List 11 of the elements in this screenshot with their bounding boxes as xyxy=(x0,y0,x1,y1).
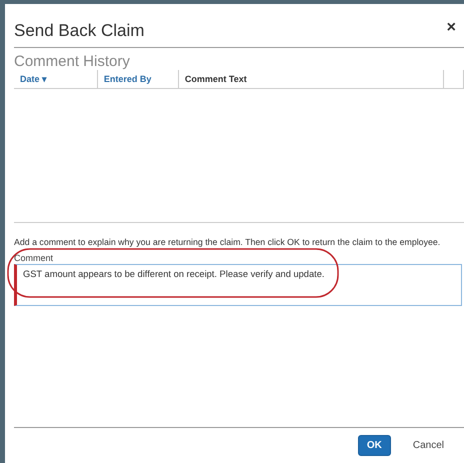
column-header[interactable]: Entered By xyxy=(104,74,152,84)
section-heading: Comment History xyxy=(14,53,131,70)
column-header: Comment Text xyxy=(184,74,247,84)
instruction-text: Add a comment to explain why you are returning the claim. Then click OK to return the claim to the employee. xyxy=(14,237,442,247)
close-button[interactable]: × xyxy=(446,18,456,36)
dialog-title: Send Back Claim xyxy=(14,20,144,40)
comment-field[interactable]: GST amount appears to be different on receipt. Please verify and update. xyxy=(14,264,462,306)
column-header[interactable]: Date ▾ xyxy=(20,74,48,84)
ok-button[interactable]: OK xyxy=(358,435,391,456)
field-label: Comment xyxy=(14,253,54,263)
cancel-button[interactable]: Cancel xyxy=(404,436,452,455)
